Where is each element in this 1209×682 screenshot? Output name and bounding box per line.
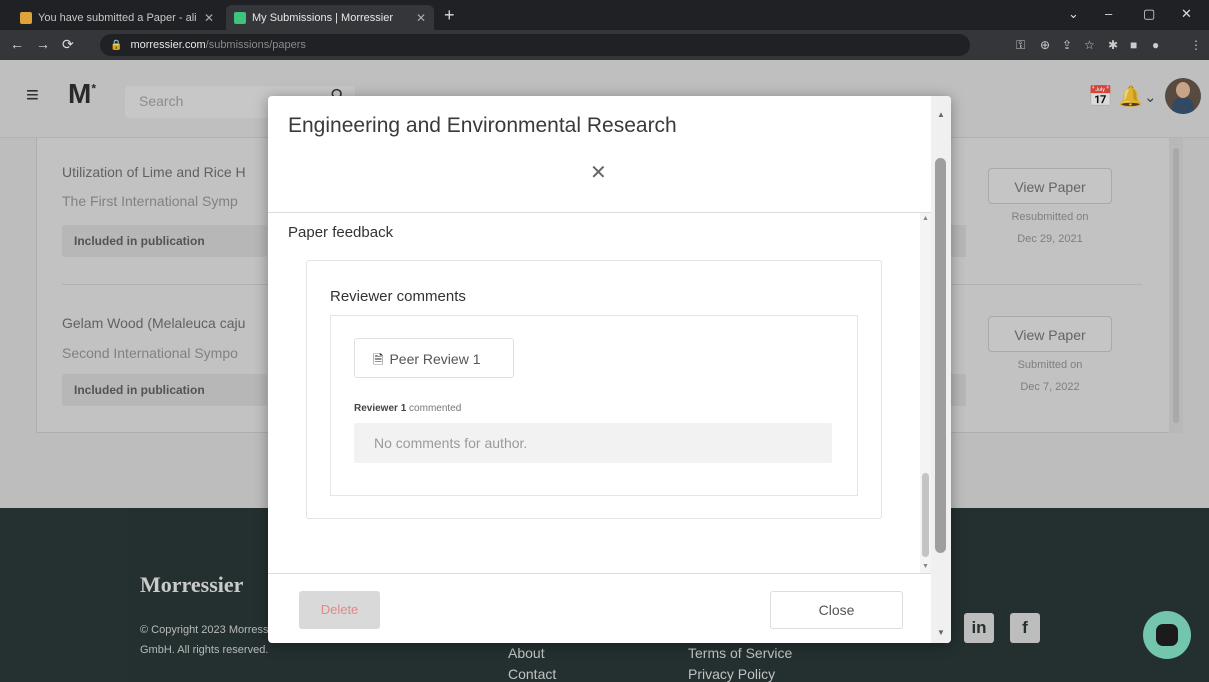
scrollbar-thumb[interactable] bbox=[935, 158, 946, 553]
scroll-up-icon[interactable]: ▲ bbox=[937, 110, 945, 119]
key-icon[interactable]: ⚿ bbox=[1016, 38, 1025, 53]
url-host: morressier.com bbox=[130, 39, 206, 51]
tab-search-icon[interactable]: ⌄ bbox=[1068, 6, 1079, 22]
lock-icon: 🔒 bbox=[110, 39, 123, 51]
gmail-favicon-icon bbox=[20, 11, 32, 24]
tab-title: You have submitted a Paper - ali bbox=[38, 11, 197, 24]
forward-arrow-icon[interactable]: → bbox=[36, 36, 50, 52]
scroll-down-icon[interactable]: ▼ bbox=[937, 628, 945, 637]
browser-menu-icon[interactable]: ⋮ bbox=[1190, 38, 1202, 52]
tab-close-icon[interactable]: ✕ bbox=[416, 11, 426, 25]
scrollbar-thumb[interactable] bbox=[922, 473, 929, 557]
reload-icon[interactable]: ⟳ bbox=[62, 36, 74, 53]
minimize-button[interactable]: – bbox=[1105, 6, 1112, 21]
scroll-up-icon[interactable]: ▲ bbox=[922, 215, 929, 222]
divider bbox=[268, 573, 931, 574]
browser-tab-bar: You have submitted a Paper - ali ✕ My Su… bbox=[0, 0, 1209, 30]
paper-feedback-heading: Paper feedback bbox=[288, 224, 394, 241]
reviewer-name: Reviewer 1 bbox=[354, 403, 407, 414]
bookmark-star-icon[interactable]: ☆ bbox=[1084, 38, 1095, 52]
profile-icon[interactable]: ● bbox=[1152, 38, 1159, 52]
share-icon[interactable]: ⇪ bbox=[1062, 38, 1072, 52]
close-icon[interactable]: ✕ bbox=[590, 160, 607, 185]
morressier-favicon-icon bbox=[234, 11, 246, 24]
browser-tab-submissions[interactable]: My Submissions | Morressier ✕ bbox=[226, 5, 434, 30]
delete-button[interactable]: Delete bbox=[299, 591, 380, 629]
close-button[interactable]: Close bbox=[770, 591, 903, 629]
reviewer-action: commented bbox=[409, 403, 462, 414]
maximize-button[interactable]: ▢ bbox=[1143, 6, 1155, 22]
sidebar-panel-icon[interactable]: ■ bbox=[1130, 38, 1137, 52]
scroll-down-icon[interactable]: ▼ bbox=[922, 563, 929, 570]
url-path: /submissions/papers bbox=[205, 39, 306, 51]
tab-close-icon[interactable]: ✕ bbox=[204, 11, 214, 25]
reviewer-comments-heading: Reviewer comments bbox=[330, 288, 466, 305]
tab-title: My Submissions | Morressier bbox=[252, 11, 393, 24]
zoom-icon[interactable]: ⊕ bbox=[1040, 38, 1050, 52]
paper-feedback-modal: Engineering and Environmental Research ✕… bbox=[268, 96, 951, 643]
peer-review-label: Peer Review 1 bbox=[389, 351, 481, 367]
peer-review-button[interactable]: 🗎 Peer Review 1 bbox=[354, 338, 514, 378]
extensions-puzzle-icon[interactable]: ✱ bbox=[1108, 38, 1118, 52]
modal-title: Engineering and Environmental Research bbox=[288, 114, 677, 137]
url-field[interactable]: 🔒 morressier.com /submissions/papers bbox=[100, 34, 970, 56]
reviewer-line: Reviewer 1 commented bbox=[354, 403, 461, 414]
modal-outer-scrollbar[interactable]: ▲ ▼ bbox=[931, 96, 951, 643]
window-close-button[interactable]: ✕ bbox=[1181, 6, 1192, 22]
modal-inner-scrollbar[interactable]: ▲ ▼ bbox=[920, 213, 931, 573]
back-arrow-icon[interactable]: ← bbox=[10, 36, 24, 52]
browser-address-bar: ← → ⟳ 🔒 morressier.com /submissions/pape… bbox=[0, 30, 1209, 60]
comment-text: No comments for author. bbox=[354, 423, 832, 463]
browser-tab-email[interactable]: You have submitted a Paper - ali ✕ bbox=[12, 5, 222, 30]
document-icon: 🗎 bbox=[373, 352, 384, 367]
new-tab-button[interactable]: + bbox=[444, 6, 455, 24]
